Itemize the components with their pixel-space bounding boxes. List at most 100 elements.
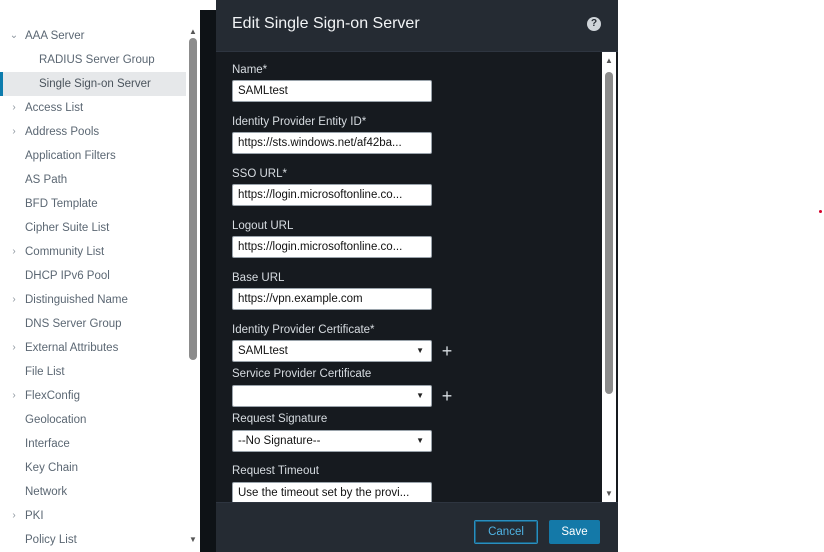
- sidebar-item-access-list[interactable]: › Access List: [0, 96, 186, 120]
- sidebar-item-label: Address Pools: [25, 126, 100, 138]
- name-field-group: Name* SAMLtest: [232, 62, 432, 102]
- logout-url-field-group: Logout URL https://login.microsoftonline…: [232, 218, 432, 258]
- name-input[interactable]: SAMLtest: [232, 80, 432, 102]
- request-timeout-input[interactable]: Use the timeout set by the provi...: [232, 482, 432, 502]
- sidebar-item-file-list[interactable]: File List: [0, 360, 186, 384]
- request-signature-value: --No Signature--: [238, 435, 321, 447]
- request-signature-label: Request Signature: [232, 413, 328, 425]
- idp-certificate-value: SAMLtest: [238, 345, 288, 357]
- object-sidebar: ⌄ AAA Server RADIUS Server Group Single …: [0, 0, 200, 552]
- base-url-input[interactable]: https://vpn.example.com: [232, 288, 432, 310]
- chevron-right-icon[interactable]: ›: [9, 240, 19, 264]
- caret-down-icon: ▼: [416, 391, 424, 400]
- name-label: Name*: [232, 64, 268, 76]
- request-timeout-label: Request Timeout: [232, 465, 319, 477]
- scroll-down-icon[interactable]: ▼: [604, 489, 614, 499]
- sidebar-item-as-path[interactable]: AS Path: [0, 168, 186, 192]
- sp-certificate-field-group: Service Provider Certificate ▼ +: [232, 366, 472, 407]
- dialog-footer: Cancel Save: [216, 502, 618, 552]
- sidebar-item-label: Access List: [25, 102, 84, 114]
- add-idp-certificate-icon[interactable]: +: [440, 342, 454, 360]
- sidebar-item-label: PKI: [25, 510, 44, 522]
- logout-url-label: Logout URL: [232, 220, 294, 232]
- sidebar-item-label: Key Chain: [25, 462, 79, 474]
- sp-certificate-label: Service Provider Certificate: [232, 368, 372, 380]
- modal-backdrop-edge: [200, 10, 216, 552]
- sidebar-item-geolocation[interactable]: Geolocation: [0, 408, 186, 432]
- sidebar-item-single-sign-on-server[interactable]: Single Sign-on Server: [0, 72, 186, 96]
- sso-url-field-group: SSO URL* https://login.microsoftonline.c…: [232, 166, 432, 206]
- request-signature-select[interactable]: --No Signature-- ▼: [232, 430, 432, 452]
- sidebar-item-label: Application Filters: [25, 150, 116, 162]
- sidebar-item-policy-list[interactable]: Policy List: [0, 528, 186, 552]
- sidebar-item-dns-server-group[interactable]: DNS Server Group: [0, 312, 186, 336]
- cursor-dot: [819, 210, 822, 213]
- sidebar-item-community-list[interactable]: › Community List: [0, 240, 186, 264]
- idp-entity-id-input[interactable]: https://sts.windows.net/af42ba...: [232, 132, 432, 154]
- sidebar-item-label: Single Sign-on Server: [39, 78, 151, 90]
- sidebar-item-cipher-suite-list[interactable]: Cipher Suite List: [0, 216, 186, 240]
- dialog-body: Name* SAMLtest Identity Provider Entity …: [216, 52, 618, 502]
- sidebar-item-distinguished-name[interactable]: › Distinguished Name: [0, 288, 186, 312]
- sidebar-item-label: RADIUS Server Group: [39, 54, 155, 66]
- sidebar-item-application-filters[interactable]: Application Filters: [0, 144, 186, 168]
- sidebar-item-aaa-server[interactable]: ⌄ AAA Server: [0, 24, 186, 48]
- scroll-up-icon[interactable]: ▲: [604, 56, 614, 66]
- sidebar-item-bfd-template[interactable]: BFD Template: [0, 192, 186, 216]
- sidebar-item-network[interactable]: Network: [0, 480, 186, 504]
- edit-sso-server-dialog: Edit Single Sign-on Server ? Name* SAMLt…: [216, 0, 618, 552]
- sidebar-item-label: External Attributes: [25, 342, 119, 354]
- scroll-down-icon[interactable]: ▼: [188, 535, 198, 545]
- sidebar-item-label: Interface: [25, 438, 70, 450]
- scroll-up-icon[interactable]: ▲: [188, 27, 198, 37]
- chevron-right-icon[interactable]: ›: [9, 336, 19, 360]
- sidebar-item-label: DNS Server Group: [25, 318, 122, 330]
- sidebar-scrollbar[interactable]: ▲ ▼: [186, 24, 200, 548]
- sidebar-scroll-thumb[interactable]: [189, 38, 197, 360]
- logout-url-input[interactable]: https://login.microsoftonline.co...: [232, 236, 432, 258]
- idp-certificate-label: Identity Provider Certificate*: [232, 324, 375, 336]
- idp-entity-id-label: Identity Provider Entity ID*: [232, 116, 367, 128]
- sidebar-item-label: AS Path: [25, 174, 68, 186]
- sidebar-item-label: FlexConfig: [25, 390, 80, 402]
- sidebar-item-flexconfig[interactable]: › FlexConfig: [0, 384, 186, 408]
- dialog-scroll-thumb[interactable]: [605, 72, 613, 394]
- sidebar-item-label: Cipher Suite List: [25, 222, 110, 234]
- idp-entity-id-field-group: Identity Provider Entity ID* https://sts…: [232, 114, 432, 154]
- add-sp-certificate-icon[interactable]: +: [440, 387, 454, 405]
- chevron-down-icon[interactable]: ⌄: [9, 24, 19, 48]
- sidebar-item-interface[interactable]: Interface: [0, 432, 186, 456]
- chevron-right-icon[interactable]: ›: [9, 96, 19, 120]
- sidebar-item-address-pools[interactable]: › Address Pools: [0, 120, 186, 144]
- chevron-right-icon[interactable]: ›: [9, 384, 19, 408]
- cancel-button[interactable]: Cancel: [474, 520, 538, 544]
- object-nav-list: ⌄ AAA Server RADIUS Server Group Single …: [0, 24, 186, 552]
- dialog-header: Edit Single Sign-on Server ?: [216, 0, 618, 52]
- chevron-right-icon[interactable]: ›: [9, 504, 19, 528]
- base-url-field-group: Base URL https://vpn.example.com: [232, 270, 432, 310]
- caret-down-icon: ▼: [416, 346, 424, 355]
- sidebar-item-pki[interactable]: › PKI: [0, 504, 186, 528]
- sidebar-item-external-attributes[interactable]: › External Attributes: [0, 336, 186, 360]
- sidebar-item-label: File List: [25, 366, 65, 378]
- dialog-scrollbar[interactable]: ▲ ▼: [602, 52, 616, 502]
- help-icon[interactable]: ?: [587, 17, 601, 31]
- sso-url-input[interactable]: https://login.microsoftonline.co...: [232, 184, 432, 206]
- sidebar-item-label: Network: [25, 486, 68, 498]
- idp-certificate-select[interactable]: SAMLtest ▼: [232, 340, 432, 362]
- sp-certificate-select[interactable]: ▼: [232, 385, 432, 407]
- request-signature-field-group: Request Signature --No Signature-- ▼: [232, 411, 432, 452]
- sso-url-label: SSO URL*: [232, 168, 287, 180]
- save-button[interactable]: Save: [549, 520, 600, 544]
- dialog-title: Edit Single Sign-on Server: [232, 15, 420, 32]
- sidebar-item-key-chain[interactable]: Key Chain: [0, 456, 186, 480]
- request-timeout-field-group: Request Timeout Use the timeout set by t…: [232, 463, 432, 502]
- sidebar-item-label: Policy List: [25, 534, 77, 546]
- chevron-right-icon[interactable]: ›: [9, 120, 19, 144]
- chevron-right-icon[interactable]: ›: [9, 288, 19, 312]
- sidebar-item-dhcp-ipv6-pool[interactable]: DHCP IPv6 Pool: [0, 264, 186, 288]
- sidebar-item-radius-server-group[interactable]: RADIUS Server Group: [0, 48, 186, 72]
- sidebar-item-label: DHCP IPv6 Pool: [25, 270, 110, 282]
- sidebar-item-label: Distinguished Name: [25, 294, 128, 306]
- sidebar-item-label: AAA Server: [25, 30, 85, 42]
